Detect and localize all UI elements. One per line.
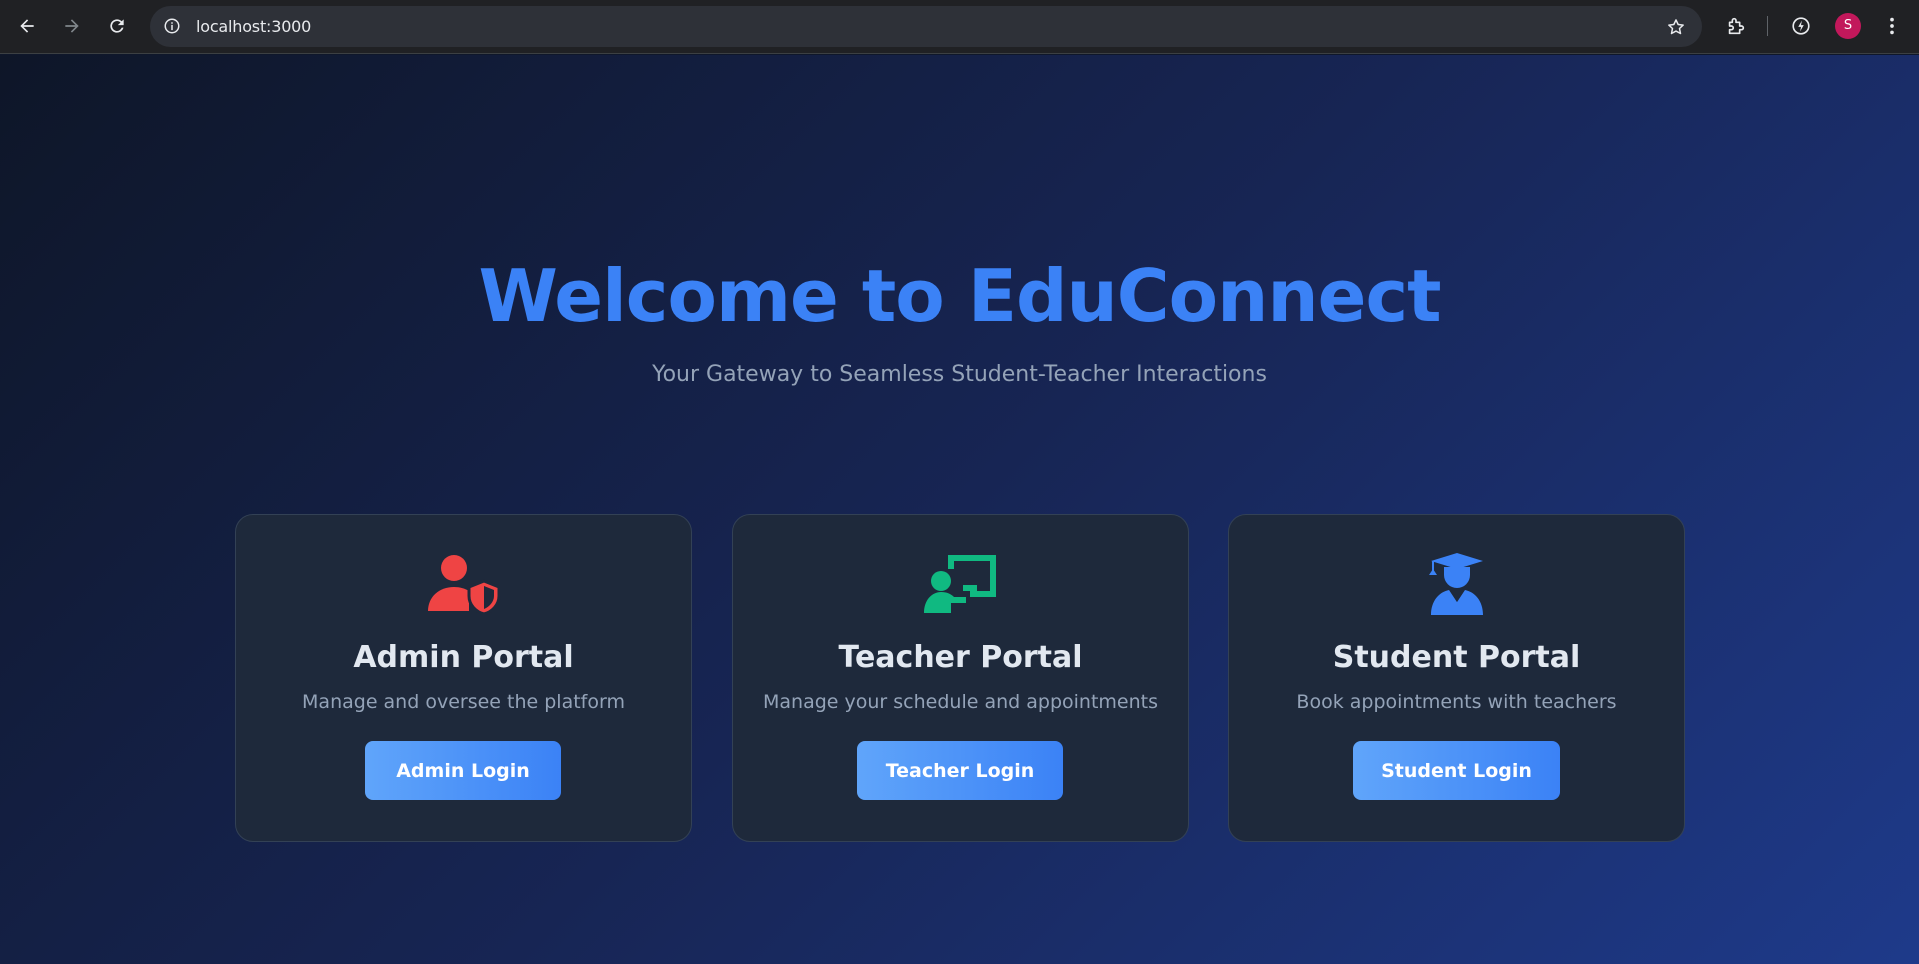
reload-icon xyxy=(110,19,124,33)
menu-kebab-icon[interactable] xyxy=(1878,12,1906,40)
hero-title: Welcome to EduConnect xyxy=(478,254,1441,338)
url-text[interactable]: localhost:3000 xyxy=(196,6,311,47)
bookmark-star-icon[interactable] xyxy=(1664,15,1688,39)
teacher-portal-description: Manage your schedule and appointments xyxy=(763,691,1158,713)
back-button[interactable] xyxy=(11,10,43,42)
site-info-icon[interactable] xyxy=(160,14,184,38)
admin-portal-title: Admin Portal xyxy=(353,640,574,675)
chalkboard-teacher-icon xyxy=(733,553,1188,615)
forward-button[interactable] xyxy=(56,10,88,42)
arrow-right-icon xyxy=(65,19,79,33)
browser-toolbar: localhost:3000 S xyxy=(0,0,1919,54)
user-shield-icon xyxy=(236,553,691,615)
profile-avatar[interactable]: S xyxy=(1835,13,1861,39)
address-bar[interactable]: localhost:3000 xyxy=(150,6,1702,47)
teacher-login-button[interactable]: Teacher Login xyxy=(857,741,1063,800)
admin-portal-card: Admin Portal Manage and oversee the plat… xyxy=(235,514,692,842)
student-portal-description: Book appointments with teachers xyxy=(1296,691,1617,713)
student-login-button[interactable]: Student Login xyxy=(1353,741,1560,800)
performance-icon[interactable] xyxy=(1787,12,1815,40)
arrow-left-icon xyxy=(20,19,34,33)
teacher-portal-card: Teacher Portal Manage your schedule and … xyxy=(732,514,1189,842)
reload-button[interactable] xyxy=(101,10,133,42)
student-portal-card: Student Portal Book appointments with te… xyxy=(1228,514,1685,842)
teacher-portal-title: Teacher Portal xyxy=(838,640,1083,675)
graduate-icon xyxy=(1229,553,1684,615)
admin-portal-description: Manage and oversee the platform xyxy=(302,691,625,713)
admin-login-button[interactable]: Admin Login xyxy=(365,741,561,800)
page-background: Welcome to EduConnect Your Gateway to Se… xyxy=(0,55,1919,964)
toolbar-divider xyxy=(1767,16,1768,36)
extensions-icon[interactable] xyxy=(1722,12,1750,40)
student-portal-title: Student Portal xyxy=(1332,640,1581,675)
hero-subtitle: Your Gateway to Seamless Student-Teacher… xyxy=(652,362,1267,387)
